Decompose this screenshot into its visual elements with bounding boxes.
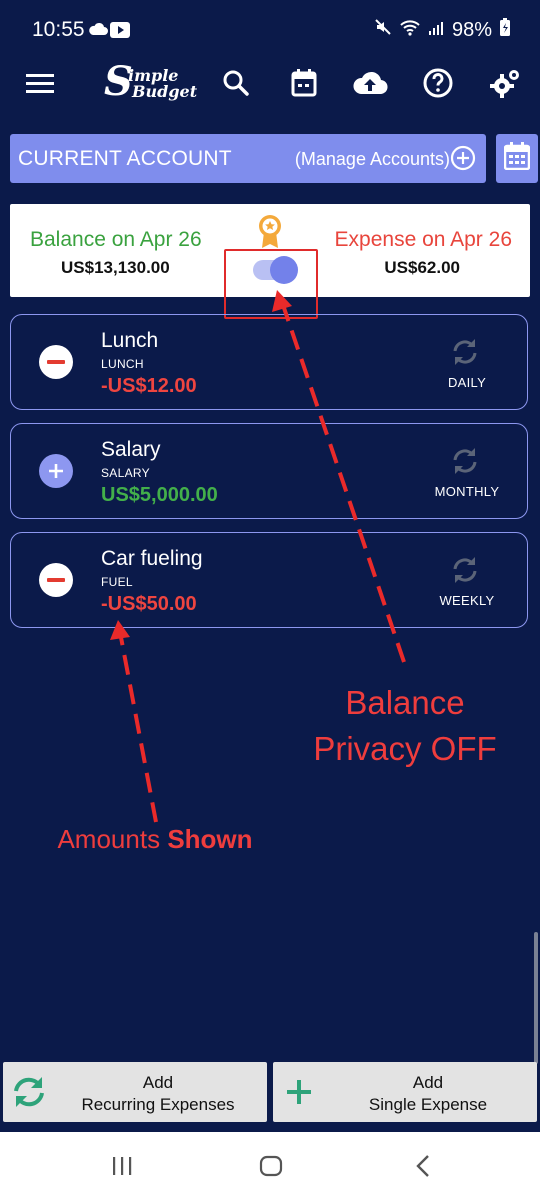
add-single-expense-button[interactable]: Add Single Expense	[273, 1062, 537, 1122]
amounts-annotation-prefix: Amounts	[57, 824, 161, 854]
privacy-annotation-line2: Privacy OFF	[313, 730, 497, 767]
recurring-button-line1: Add	[142, 1073, 174, 1092]
privacy-arrow	[280, 301, 406, 663]
amounts-arrowhead	[110, 620, 130, 640]
amounts-annotation-bold: Shown	[167, 824, 253, 854]
scrollbar[interactable]	[534, 932, 538, 1064]
annotation-arrows	[110, 290, 406, 823]
privacy-annotation: Balance Privacy OFF	[290, 680, 520, 772]
amounts-annotation: Amounts Shown	[30, 824, 280, 855]
recurring-button-line2: Recurring Expenses	[81, 1095, 235, 1114]
single-button-line1: Add	[412, 1073, 444, 1092]
recent-apps-icon[interactable]	[110, 1154, 134, 1183]
back-icon[interactable]	[412, 1154, 436, 1183]
privacy-annotation-line1: Balance	[345, 684, 465, 721]
privacy-arrowhead	[272, 290, 292, 312]
home-icon[interactable]	[259, 1154, 283, 1183]
amounts-arrow	[118, 631, 158, 823]
add-recurring-expenses-button[interactable]: Add Recurring Expenses	[3, 1062, 267, 1122]
system-nav-bar	[0, 1132, 540, 1200]
single-button-line2: Single Expense	[368, 1095, 488, 1114]
